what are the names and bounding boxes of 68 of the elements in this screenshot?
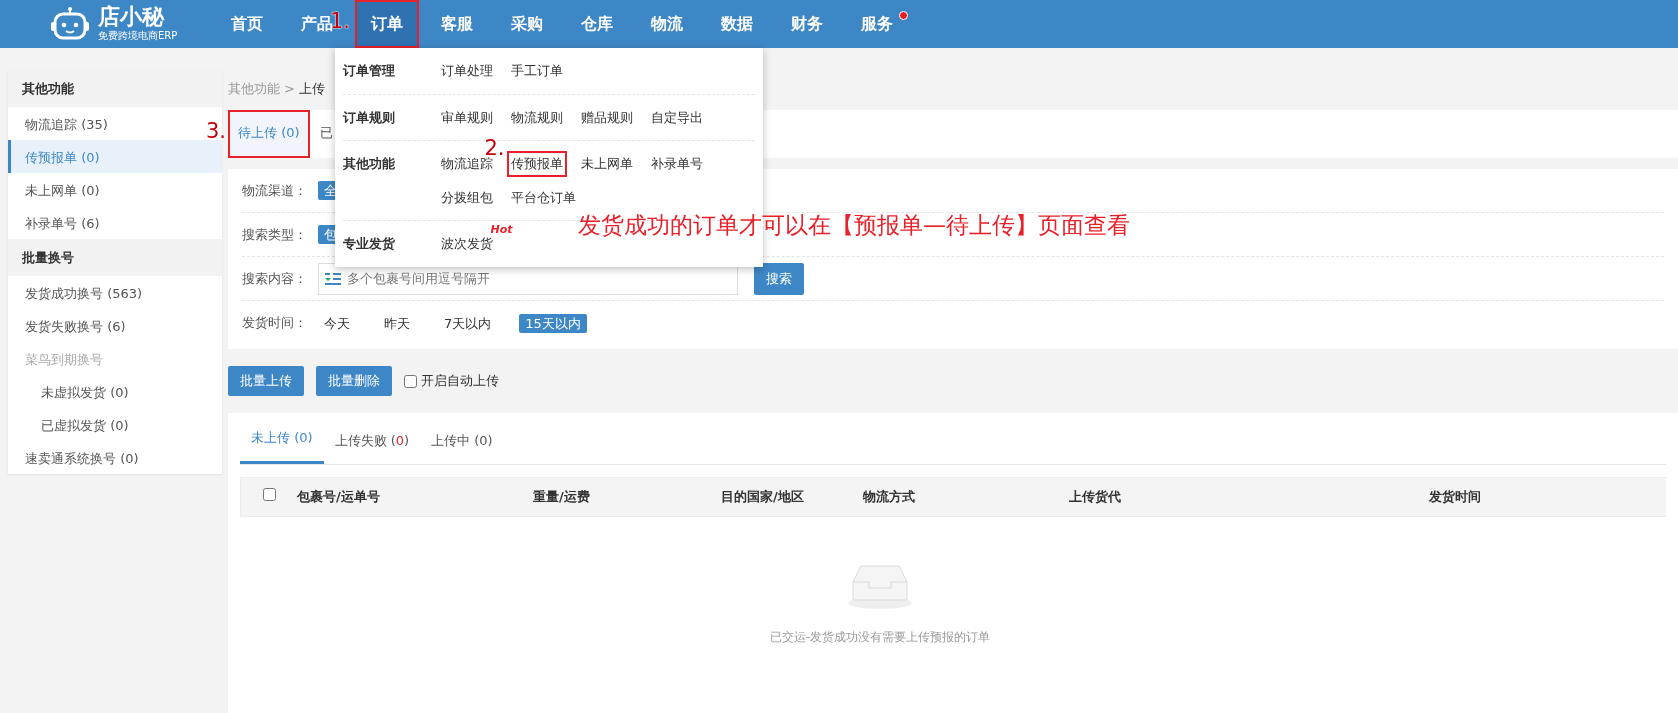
breadcrumb-item: 上传 <box>298 81 325 96</box>
nav-item[interactable]: 财务 <box>788 0 826 48</box>
filter-option[interactable]: 昨天 <box>378 313 416 333</box>
column-header: 物流方式 <box>863 488 916 507</box>
sidebar-item[interactable]: 补录单号 (6) <box>25 216 100 231</box>
nav-item[interactable]: 首页 <box>228 0 266 48</box>
checkbox-label: 开启自动上传 <box>421 372 499 391</box>
hot-label: Hot <box>490 222 513 237</box>
column-header: 发货时间 <box>1429 488 1482 507</box>
upload-tab[interactable]: 上传失败 (0) <box>323 430 421 464</box>
menu-item[interactable]: 传预报单 <box>506 151 567 177</box>
sidebar-section-title: 其他功能 <box>8 70 222 107</box>
nav-item[interactable]: 客服 <box>438 0 476 48</box>
menu-item[interactable]: 赠品规则 <box>576 104 637 130</box>
sidebar-item[interactable]: 发货成功换号 (563) <box>25 286 143 301</box>
nav-item[interactable]: 物流 <box>648 0 686 48</box>
nav-item[interactable]: 采购 <box>508 0 546 48</box>
sidebar-item[interactable]: 未上网单 (0) <box>25 183 100 198</box>
sidebar-item[interactable]: 速卖通系统换号 (0) <box>25 451 139 466</box>
filter-option[interactable]: 今天 <box>318 313 356 333</box>
filter-label: 搜索类型： <box>242 225 308 244</box>
select-all-checkbox[interactable] <box>262 488 276 502</box>
action-button[interactable]: 批量上传 <box>228 366 304 396</box>
filter-label: 发货时间： <box>242 314 308 333</box>
nav-item[interactable]: 仓库 <box>578 0 616 48</box>
logo-text: 店小秘 <box>98 5 166 28</box>
menu-group-title: 其他功能 <box>343 155 396 173</box>
breadcrumb-separator: > <box>284 81 295 96</box>
column-header: 包裹号/运单号 <box>297 488 381 507</box>
empty-message: 已交运-发货成功没有需要上传预报的订单 <box>769 629 991 646</box>
menu-group-title: 专业发货 <box>343 235 396 253</box>
nav-item[interactable]: 订单 <box>355 0 419 48</box>
logo-tagline: 免费跨境电商ERP <box>98 28 178 43</box>
menu-group-title: 订单管理 <box>343 62 396 80</box>
filter-option[interactable]: 15天以内 <box>519 313 587 333</box>
menu-item[interactable]: 审单规则 <box>436 104 497 130</box>
menu-item[interactable]: 分拨组包 <box>436 184 497 210</box>
list-filter-icon <box>325 271 341 286</box>
auto-upload-checkbox[interactable] <box>404 374 417 388</box>
sidebar-section-title: 批量换号 <box>8 239 222 276</box>
sidebar-item[interactable]: 发货失败换号 (6) <box>25 319 126 334</box>
sidebar-item[interactable]: 物流追踪 (35) <box>25 117 108 132</box>
menu-item[interactable]: 补录单号 <box>646 151 707 177</box>
menu-group-title: 订单规则 <box>343 108 396 127</box>
status-tab[interactable]: 待上传 (0) <box>228 110 310 158</box>
action-button[interactable]: 批量删除 <box>316 366 392 396</box>
column-header: 目的国家/地区 <box>721 488 805 507</box>
upload-tab[interactable]: 上传中 (0) <box>420 430 504 464</box>
nav-item[interactable]: 服务 <box>858 0 896 48</box>
menu-item[interactable]: 物流规则 <box>506 104 567 130</box>
sidebar-item[interactable]: 传预报单 (0) <box>25 150 100 165</box>
menu-item[interactable]: 自定导出 <box>646 104 707 130</box>
annotation-number: 3. <box>205 121 226 143</box>
filter-label: 搜索内容： <box>242 269 308 288</box>
empty-inbox-icon <box>847 562 913 610</box>
column-header: 重量/运费 <box>533 488 591 507</box>
column-header: 上传货代 <box>1069 488 1122 507</box>
menu-item[interactable]: 未上网单 <box>576 151 637 177</box>
filter-option[interactable]: 7天以内 <box>438 313 498 333</box>
menu-item[interactable]: 手工订单 <box>506 58 567 84</box>
menu-item[interactable]: 订单处理 <box>436 58 497 84</box>
robot-logo-icon <box>50 6 90 42</box>
annotation-note: 发货成功的订单才可以在【预报单—待上传】页面查看 <box>578 211 1130 240</box>
nav-item[interactable]: 数据 <box>718 0 756 48</box>
filter-label: 物流渠道： <box>242 181 308 200</box>
menu-item[interactable]: 平台仓订单 <box>506 184 580 210</box>
upload-tab[interactable]: 未上传 (0) <box>240 427 324 464</box>
search-button[interactable]: 搜索 <box>754 262 804 295</box>
